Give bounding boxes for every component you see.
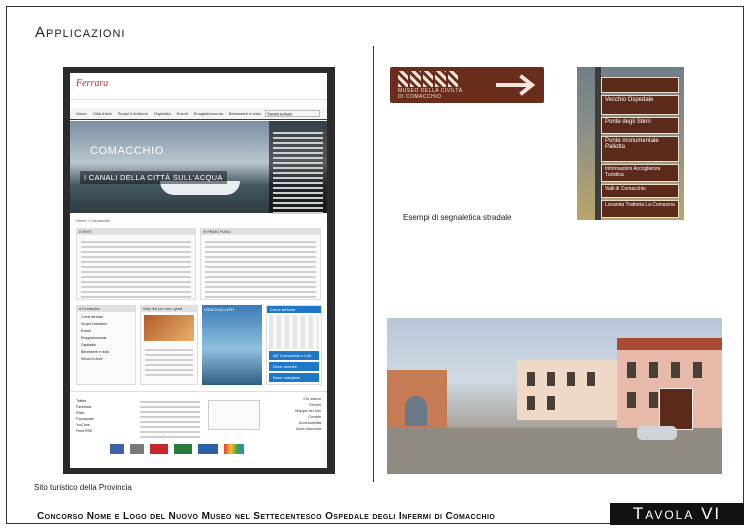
- sidebar-item[interactable]: Eventi: [81, 328, 131, 335]
- highlights-panel: IN PRIMO PIANO: [200, 228, 321, 300]
- events-panel-title: EVENTI: [77, 229, 195, 235]
- sidebar-item[interactable]: Enogastronomia: [81, 335, 131, 342]
- nav-item-eventi[interactable]: Eventi: [177, 108, 188, 119]
- highlights-panel-title: IN PRIMO PIANO: [201, 229, 320, 235]
- partner-logo: [150, 444, 168, 454]
- nav-item-ospitalita[interactable]: Ospitalità: [154, 108, 171, 119]
- parked-car: [637, 426, 677, 440]
- street-sign: Locanda Trattoria La Comacina: [601, 200, 679, 218]
- arrow-right-icon: [496, 74, 536, 96]
- sidebar-item[interactable]: Benessere e relax: [81, 349, 131, 356]
- partner-logo: [130, 444, 144, 454]
- partner-logo: [224, 444, 244, 454]
- come-arrivare-title: Come arrivare: [267, 306, 321, 313]
- website-header: Ferrara: [70, 73, 327, 100]
- footer-address: [140, 398, 200, 441]
- street-sign: Valli di Comacchio: [601, 184, 679, 198]
- nav-item-scopri[interactable]: Scopri il territorio: [118, 108, 148, 119]
- iat-button[interactable]: IAT Comacchio e Lidi: [269, 351, 319, 360]
- dove-mangiare-button[interactable]: Dove mangiare: [269, 373, 319, 382]
- street-sign: Ponte degli Sbirri: [601, 117, 679, 134]
- hero-title: COMACCHIO: [90, 145, 164, 157]
- street-sign-photo: Vecchio Ospedale Ponte degli Sbirri Pont…: [577, 67, 684, 220]
- museum-logo-icon: [398, 71, 459, 87]
- street-sign: Informazioni Accoglienza Turistica: [601, 164, 679, 182]
- partner-logo: [110, 444, 124, 454]
- sidebar-menu: A Comacchio Come arrivare Scopri il terr…: [76, 305, 136, 385]
- board-label: Tavola VI: [610, 503, 744, 525]
- map-icons: [269, 315, 319, 349]
- footer-link[interactable]: Area riservata: [295, 426, 321, 432]
- caption-website: Sito turistico della Provincia: [34, 483, 132, 492]
- partner-logo: [174, 444, 192, 454]
- nav-item-enogastronomia[interactable]: Enogastronomia: [194, 108, 223, 119]
- column-divider: [373, 46, 374, 482]
- hero-subtitle: I CANALI DELLA CITTÀ SULL'ACQUA: [80, 171, 227, 184]
- street-sign: Vecchio Ospedale: [601, 95, 679, 115]
- nav-item-home[interactable]: Home: [76, 108, 87, 119]
- feature-card: Sotto dal pon mes i gessi: [140, 305, 198, 385]
- footer-partner-box: [208, 400, 260, 430]
- street-sign-board: [659, 388, 693, 430]
- comacchio-street-photo: [387, 318, 722, 474]
- website-screenshot: Ferrara Home Città d'arte Scopri il terr…: [63, 67, 335, 474]
- events-panel: EVENTI: [76, 228, 196, 300]
- website-breadcrumb[interactable]: Home › Comacchio: [76, 218, 110, 223]
- feature-card-image: [144, 315, 194, 341]
- website-search-input[interactable]: Cerca nel sito: [265, 110, 320, 117]
- competition-title: Concorso Nome e Logo del Nuovo Museo nel…: [37, 511, 496, 522]
- sidebar-item[interactable]: Come arrivare: [81, 314, 131, 321]
- museum-road-sign: MUSEO DELLA CIVILTÀ DI COMACCHIO: [390, 67, 544, 103]
- feature-card-title: Sotto dal pon mes i gessi: [141, 306, 197, 312]
- caption-signage: Esempi di segnaletica stradale: [403, 213, 512, 222]
- section-title: Applicazioni: [35, 24, 126, 41]
- nav-item-citta-arte[interactable]: Città d'arte: [93, 108, 112, 119]
- bridge-arch: [405, 396, 427, 426]
- partner-logo: [198, 444, 218, 454]
- sidebar-item[interactable]: Scopri il territorio: [81, 321, 131, 328]
- museum-sign-text: MUSEO DELLA CIVILTÀ DI COMACCHIO: [398, 88, 463, 100]
- sidebar-item[interactable]: Ospitalità: [81, 342, 131, 349]
- website-logo: Ferrara: [76, 78, 109, 89]
- street-sign: [601, 77, 679, 93]
- social-links: Twitter Facebook Flickr Foursquare YouTu…: [76, 398, 94, 434]
- partner-logos: [110, 444, 244, 454]
- sidebar-item[interactable]: Servizi e Aree: [81, 356, 131, 363]
- website-footer: Twitter Facebook Flickr Foursquare YouTu…: [70, 391, 327, 468]
- footer-links: Chi siamo Servizi Mappa del sito Credits…: [295, 396, 321, 432]
- nav-item-benessere[interactable]: Benessere e relax: [229, 108, 261, 119]
- come-arrivare-panel: Come arrivare IAT Comacchio e Lidi Dove …: [266, 305, 322, 385]
- social-link[interactable]: Feed RSS: [76, 428, 94, 434]
- videogallery-label: VIDEOGALLERY: [204, 307, 235, 312]
- hero-side-text: [269, 121, 327, 214]
- street-sign: Ponte monumentale Pallotta: [601, 136, 679, 162]
- website-page: Ferrara Home Città d'arte Scopri il terr…: [70, 73, 327, 468]
- videogallery-card[interactable]: VIDEOGALLERY: [202, 305, 262, 385]
- house-pink: [517, 360, 617, 420]
- dove-dormire-button[interactable]: Dove dormire: [269, 362, 319, 371]
- website-hero: COMACCHIO I CANALI DELLA CITTÀ SULL'ACQU…: [70, 121, 327, 214]
